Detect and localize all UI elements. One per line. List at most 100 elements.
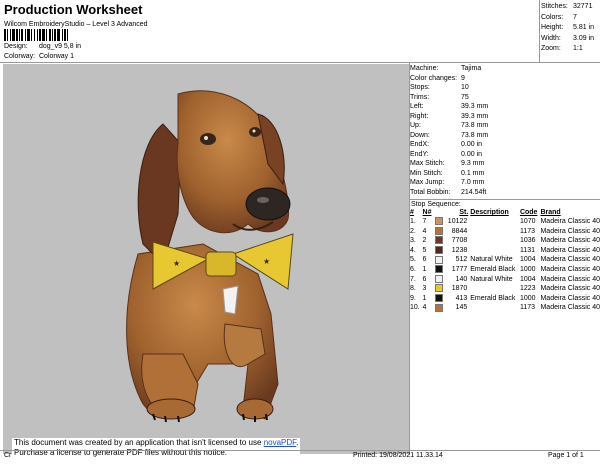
thread-brand: Madeira Classic 40 bbox=[540, 246, 600, 254]
col-swatch bbox=[435, 208, 444, 217]
thread-code: 1000 bbox=[519, 294, 536, 302]
info-row: Max Jump: 7.0 mm bbox=[410, 178, 488, 188]
thread-code: 1131 bbox=[519, 246, 535, 254]
stat-row: Stitches: 32771 bbox=[541, 3, 593, 10]
header-rule bbox=[0, 62, 600, 63]
thread-brand: Madeira Classic 40 bbox=[540, 237, 600, 245]
stitch-count: 413 bbox=[455, 294, 468, 302]
info-value: 9 bbox=[461, 74, 465, 82]
thread-description bbox=[470, 236, 520, 246]
thread-code: 1036 bbox=[519, 237, 536, 245]
info-label: Max Stitch: bbox=[410, 160, 445, 167]
stop-row: 5. 6 512 Natural White 1004 Madeira Classic 4… bbox=[410, 255, 600, 265]
stop-row: 10. 4 145 1173 Madeira Classic 40 bbox=[410, 303, 600, 313]
info-label: Up: bbox=[410, 122, 421, 129]
needle-number: 6 bbox=[422, 256, 427, 264]
stitch-count: 512 bbox=[455, 256, 468, 264]
info-label: Stops: bbox=[410, 84, 430, 91]
info-row: Up: 73.8 mm bbox=[410, 121, 488, 131]
stop-number: 10. bbox=[410, 304, 420, 312]
color-swatch bbox=[434, 293, 444, 304]
info-row: Trims: 75 bbox=[410, 93, 488, 103]
novapdf-link[interactable]: novaPDF bbox=[264, 438, 296, 447]
printed-date: Printed: 19/08/2021 11.33.14 bbox=[353, 452, 443, 459]
thread-color-swatch bbox=[434, 303, 443, 312]
info-value: 10 bbox=[461, 84, 469, 91]
software-subtitle: Wilcom EmbroideryStudio – Level 3 Advanc… bbox=[4, 21, 148, 28]
col-description: Description bbox=[470, 209, 509, 216]
info-value: 73.8 mm bbox=[461, 122, 489, 129]
thread-description: Emerald Black bbox=[470, 294, 516, 302]
stats-divider bbox=[539, 0, 540, 62]
needle-number: 7 bbox=[422, 218, 427, 225]
stop-number: 9. bbox=[410, 294, 416, 302]
stop-row: 9. 1 413 Emerald Black 1000 Madeira Classic 4… bbox=[410, 293, 600, 304]
needle-number: 1 bbox=[422, 294, 427, 302]
thread-brand: Madeira Classic 40 bbox=[540, 227, 600, 235]
needle-number: 6 bbox=[422, 275, 427, 283]
info-label: Down: bbox=[410, 131, 430, 139]
top-stats: Stitches: 32771 Colors: 7 Height: 5.81 in W… bbox=[541, 2, 594, 55]
stop-sequence-title: Stop Sequence: bbox=[411, 201, 461, 208]
color-swatch bbox=[434, 226, 444, 237]
info-value: 7.0 mm bbox=[461, 179, 485, 186]
stat-row: Zoom: 1:1 bbox=[541, 45, 583, 52]
thread-color-swatch bbox=[434, 274, 443, 283]
thread-description: Natural White bbox=[470, 256, 513, 264]
design-label: Design: bbox=[4, 43, 28, 50]
needle-number: 4 bbox=[422, 227, 427, 235]
thread-code: 1173 bbox=[519, 304, 535, 312]
color-swatch bbox=[434, 274, 444, 285]
thread-color-swatch bbox=[434, 265, 443, 274]
stop-row: 7. 6 140 Natural White 1004 Madeira Classic 4… bbox=[410, 274, 600, 285]
info-label: Min Stitch: bbox=[410, 169, 443, 177]
color-swatch bbox=[434, 284, 444, 294]
thread-color-swatch bbox=[434, 236, 443, 245]
machine-info: Machine: Tajima Color changes: 9 Stops: 10 Tri… bbox=[410, 64, 488, 197]
color-swatch bbox=[434, 217, 444, 227]
info-row: Left: 39.3 mm bbox=[410, 102, 488, 112]
info-label: Machine: bbox=[410, 65, 439, 72]
stop-row: 1. 7 10122 1070 Madeira Classic 40 bbox=[410, 217, 600, 227]
info-value: 39.3 mm bbox=[461, 103, 489, 110]
stop-number: 4. bbox=[410, 246, 416, 254]
stitch-count: 1777 bbox=[451, 265, 468, 273]
stop-row: 8. 3 1870 1223 Madeira Classic 40 bbox=[410, 284, 600, 294]
barcode-graphic bbox=[4, 29, 116, 41]
stitch-count: 8844 bbox=[451, 227, 468, 235]
info-label: Left: bbox=[410, 103, 424, 110]
thread-brand: Madeira Classic 40 bbox=[540, 294, 600, 302]
thread-brand: Madeira Classic 40 bbox=[540, 265, 600, 273]
stop-sequence-header: # N# St. Description Code Brand bbox=[410, 208, 600, 217]
info-row: Color changes: 9 bbox=[410, 74, 488, 84]
needle-number: 5 bbox=[422, 246, 427, 254]
sequence-rule bbox=[410, 199, 600, 200]
page-number: Page 1 of 1 bbox=[548, 452, 584, 459]
footer-left: Cr bbox=[4, 452, 12, 459]
thread-code: 1004 bbox=[519, 256, 536, 264]
stat-row: Colors: 7 bbox=[541, 13, 577, 21]
stop-number: 2. bbox=[410, 227, 416, 235]
stop-row: 3. 2 7708 1036 Madeira Classic 40 bbox=[410, 236, 600, 246]
col-num: # bbox=[410, 209, 414, 216]
info-value: 9.3 mm bbox=[461, 160, 485, 167]
color-swatch bbox=[434, 236, 444, 246]
stop-number: 7. bbox=[410, 275, 416, 283]
stop-number: 8. bbox=[410, 285, 416, 293]
thread-code: 1000 bbox=[519, 265, 536, 273]
info-value: 75 bbox=[461, 93, 469, 101]
stitch-count: 7708 bbox=[451, 237, 468, 245]
info-value: 73.8 mm bbox=[461, 131, 489, 139]
stitch-count: 1870 bbox=[451, 285, 468, 293]
thread-color-swatch bbox=[434, 226, 443, 235]
stat-row: Height: 5.81 in bbox=[541, 24, 595, 31]
info-label: Right: bbox=[410, 112, 429, 120]
design-value: dog_v9 5,8 in bbox=[39, 43, 82, 50]
needle-number: 1 bbox=[422, 265, 427, 273]
color-swatch bbox=[434, 303, 444, 313]
info-label: Trims: bbox=[410, 93, 430, 101]
stop-number: 5. bbox=[410, 256, 416, 264]
info-value: 0.00 in bbox=[461, 150, 483, 158]
stop-sequence-table: # N# St. Description Code Brand 1. 7 10122… bbox=[410, 208, 600, 313]
design-row: Design: dog_v9 5,8 in bbox=[4, 43, 81, 50]
